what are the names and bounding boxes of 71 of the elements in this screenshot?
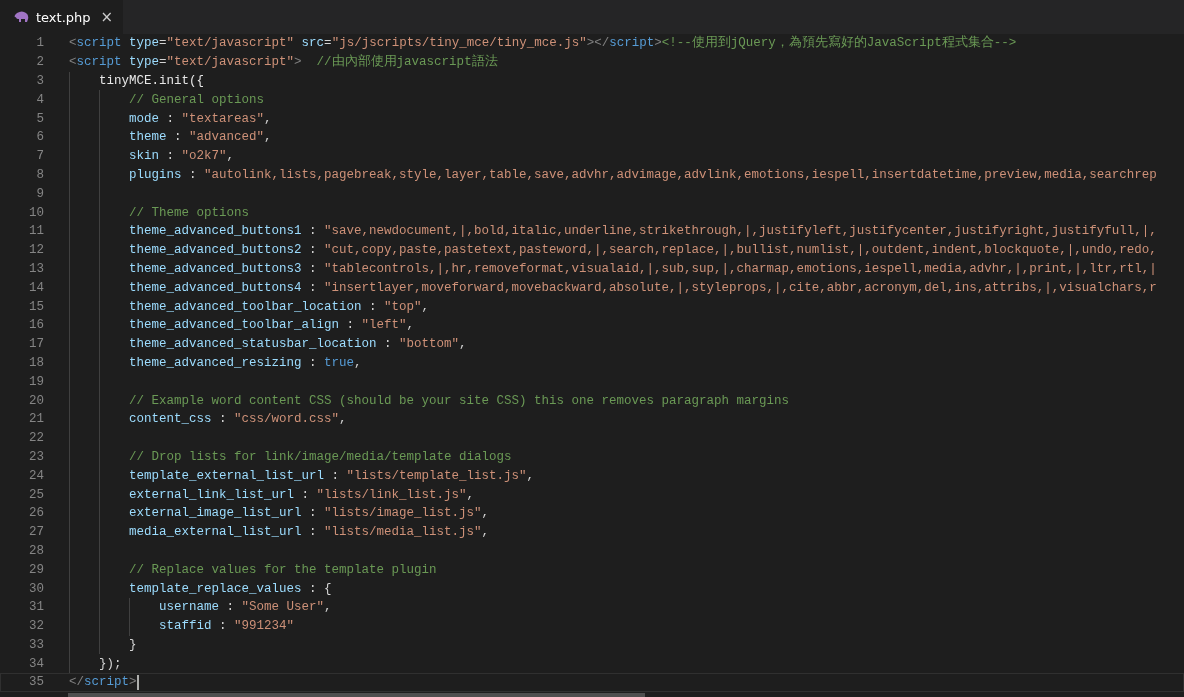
code-line: // Drop lists for link/image/media/template dialogs [129, 448, 512, 465]
line-number: 2 [35, 55, 44, 70]
code-line: // Replace values for the template plugin [129, 561, 437, 578]
code-line: staffid : "991234" [159, 618, 295, 635]
line-number: 22 [28, 431, 44, 446]
line-number: 16 [28, 318, 44, 333]
line-number: 33 [28, 637, 44, 652]
line-number: 27 [28, 525, 44, 540]
line-number: 17 [28, 337, 44, 352]
close-icon[interactable]: × [100, 8, 113, 26]
text-cursor [136, 675, 139, 690]
line-number: 13 [28, 261, 44, 276]
line-number: 32 [28, 619, 44, 634]
elephant-icon [14, 11, 30, 23]
code-line: external_image_list_url : "lists/image_list.js", [129, 505, 490, 522]
line-number: 21 [28, 412, 44, 427]
line-number: 20 [28, 393, 44, 408]
line-number: 29 [28, 562, 44, 577]
code-line: theme_advanced_resizing : true, [129, 354, 362, 371]
code-line: theme_advanced_toolbar_location : "top", [129, 298, 430, 315]
code-line: } [129, 636, 137, 653]
code-line: content_css : "css/word.css", [129, 411, 347, 428]
line-number: 19 [28, 374, 44, 389]
line-number: 24 [28, 468, 44, 483]
code-line: skin : "o2k7", [129, 148, 235, 165]
line-number: 30 [28, 581, 44, 596]
code-line: theme_advanced_statusbar_location : "bottom", [129, 336, 467, 353]
line-number: 15 [28, 299, 44, 314]
line-number: 23 [28, 449, 44, 464]
line-number: 28 [28, 543, 44, 558]
line-number: 9 [35, 186, 44, 201]
code-line: theme_advanced_buttons2 : "cut,copy,paste,pastetext,pasteword,|,search,replace,|,bullist,numlist,|,outdent,indent,blockquote,|,undo,redo, [129, 242, 1157, 259]
code-line: </script> [69, 674, 137, 691]
line-number: 7 [35, 149, 44, 164]
line-number: 25 [28, 487, 44, 502]
code-line: theme_advanced_toolbar_align : "left", [129, 317, 415, 334]
code-line: template_external_list_url : "lists/template_list.js", [129, 467, 535, 484]
line-number: 1 [35, 36, 44, 51]
code-line: }); [99, 655, 122, 672]
code-line: <script type="text/javascript" src="js/jscripts/tiny_mce/tiny_mce.js"></script><!--使用到jQuery，為預先寫好的JavaScript程式集合--> [69, 35, 1017, 52]
code-line: theme_advanced_buttons3 : "tablecontrols,|,hr,removeformat,visualaid,|,sub,sup,|,charmap,emotions,iespell,media,advhr,|,print,|,ltr,rtl,| [129, 260, 1157, 277]
line-number: 26 [28, 506, 44, 521]
line-number: 34 [28, 656, 44, 671]
code-line: tinyMCE.init({ [99, 73, 205, 89]
line-number: 12 [28, 243, 44, 258]
code-line: username : "Some User", [159, 599, 332, 616]
line-number: 10 [28, 205, 44, 220]
code-line: theme_advanced_buttons4 : "insertlayer,moveforward,movebackward,absolute,|,styleprops,|,cite,abbr,acronym,del,ins,attribs,|,visualchars,r [129, 279, 1157, 296]
line-number: 31 [28, 600, 44, 615]
code-line: // Example word content CSS (should be your site CSS) this one removes paragraph margins [129, 392, 790, 409]
code-line: theme : "advanced", [129, 129, 272, 146]
line-number: 3 [35, 74, 44, 88]
code-line: template_replace_values : { [129, 580, 332, 597]
line-number: 14 [28, 280, 44, 295]
line-number: 8 [35, 167, 44, 182]
line-number: 18 [28, 355, 44, 370]
code-line: <script type="text/javascript"> //由內部使用javascript語法 [69, 54, 498, 71]
line-number: 6 [35, 130, 44, 145]
code-line: mode : "textareas", [129, 110, 272, 127]
tab-label: text.php [36, 9, 92, 25]
code-line: plugins : "autolink,lists,pagebreak,style,layer,table,save,advhr,advimage,advlink,emotions,iespell,insertdatetime,preview,media,searchrep [129, 166, 1157, 183]
line-number: 35 [28, 675, 44, 690]
code-line: theme_advanced_buttons1 : "save,newdocument,|,bold,italic,underline,strikethrough,|,justifyleft,justifycenter,justifyright,justifyfull,|, [129, 223, 1157, 240]
line-number: 11 [28, 224, 44, 239]
line-number: 4 [35, 92, 44, 107]
file-tab[interactable]: text.php × [0, 0, 123, 34]
line-number: 5 [35, 111, 44, 126]
code-line: external_link_list_url : "lists/link_list.js", [129, 486, 475, 503]
code-line: // General options [129, 91, 265, 108]
code-line: // Theme options [129, 204, 250, 221]
code-line: media_external_list_url : "lists/media_list.js", [129, 524, 490, 541]
